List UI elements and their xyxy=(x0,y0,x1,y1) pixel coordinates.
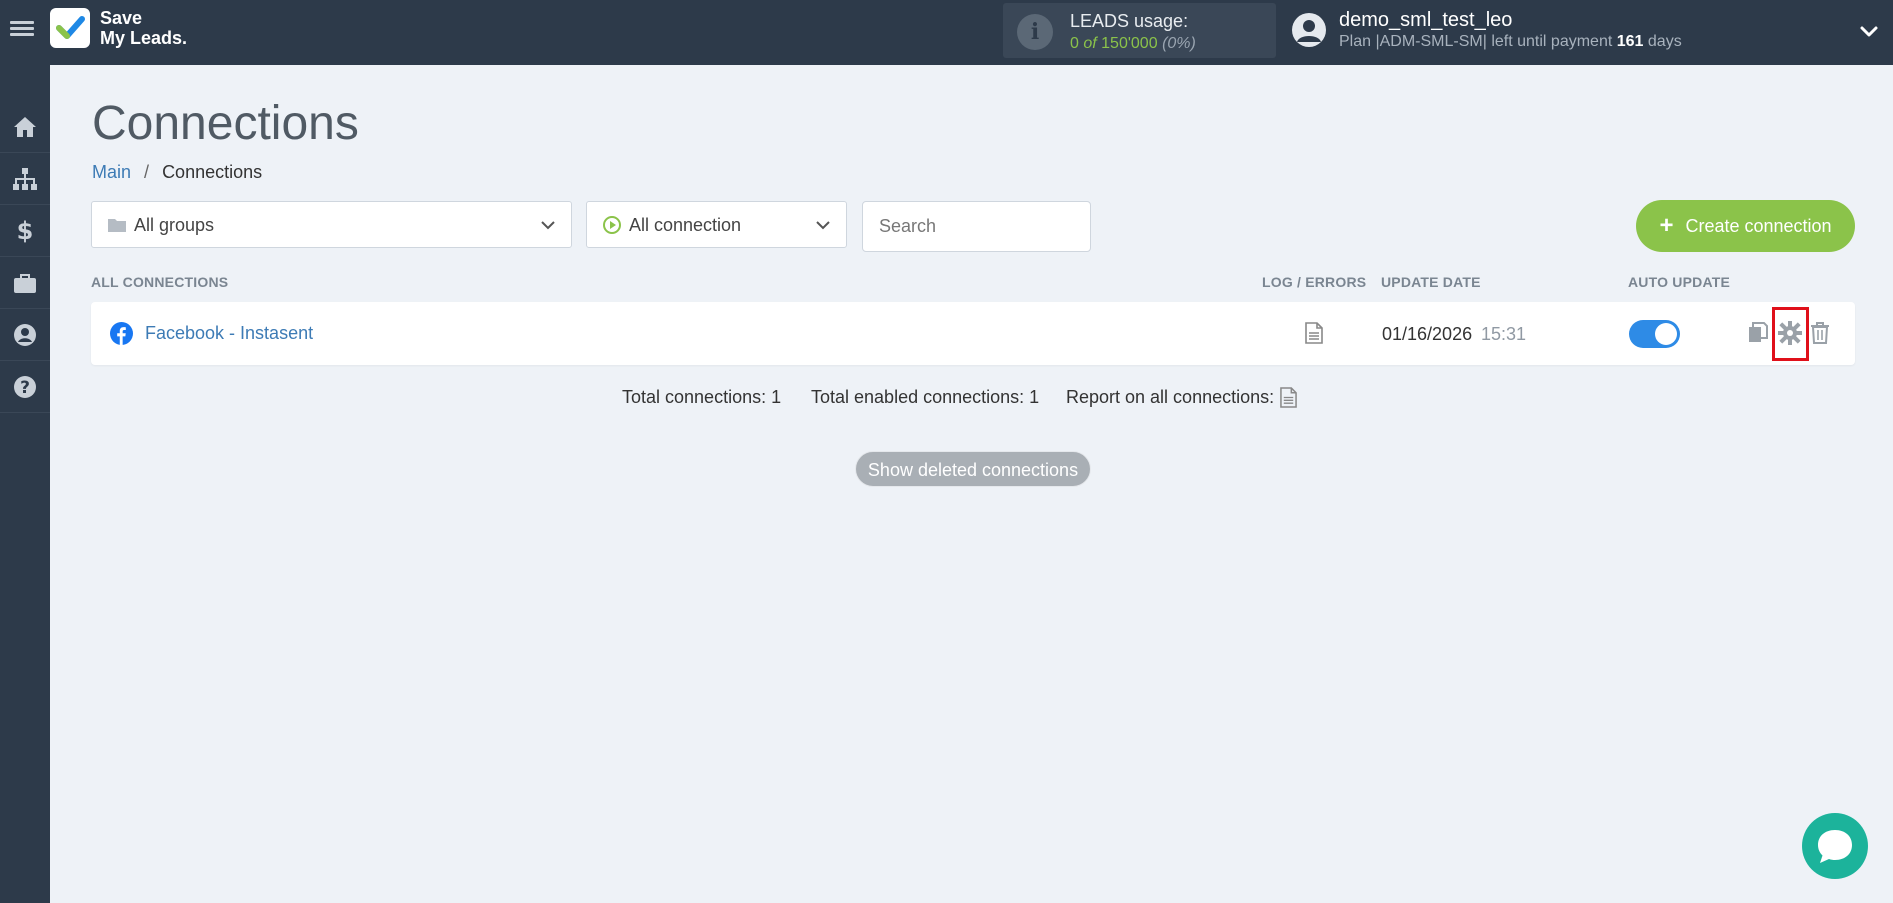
chevron-down-icon[interactable] xyxy=(1858,20,1880,42)
sidebar-item-help[interactable]: ? xyxy=(0,361,50,413)
copy-icon[interactable] xyxy=(1746,321,1770,345)
briefcase-icon xyxy=(14,273,36,293)
help-icon: ? xyxy=(14,375,36,398)
column-header-all: ALL CONNECTIONS xyxy=(91,274,229,290)
logo-text: Save My Leads. xyxy=(100,8,188,48)
user-name[interactable]: demo_sml_test_leo xyxy=(1339,9,1512,32)
toggle-knob xyxy=(1655,323,1677,345)
leads-usage-value: 0 of 150'000 (0%) xyxy=(1070,35,1196,52)
user-plan: Plan |ADM-SML-SM| left until payment 161… xyxy=(1339,33,1682,50)
report-document-icon[interactable] xyxy=(1280,387,1297,408)
logo[interactable] xyxy=(50,8,90,48)
folder-icon xyxy=(108,219,126,232)
dollar-icon: $ xyxy=(17,218,34,244)
sidebar-item-profile[interactable] xyxy=(0,309,50,361)
total-connections: Total connections: 1 xyxy=(622,387,782,407)
page-title: Connections xyxy=(92,97,359,150)
breadcrumb-current: Connections xyxy=(162,162,263,182)
svg-text:?: ? xyxy=(20,378,30,398)
sidebar-item-billing[interactable]: $ xyxy=(0,205,50,257)
user-circle-icon xyxy=(14,323,36,346)
chevron-down-icon xyxy=(541,221,555,230)
sitemap-icon xyxy=(13,167,37,190)
chat-widget-button[interactable] xyxy=(1802,813,1868,879)
sidebar-item-connections[interactable] xyxy=(0,153,50,205)
sidebar-item-home[interactable] xyxy=(0,101,50,153)
settings-highlight-box xyxy=(1772,307,1809,361)
sidebar: $ ? xyxy=(0,65,50,903)
svg-text:$: $ xyxy=(17,218,34,244)
leads-usage-label: LEADS usage: xyxy=(1070,11,1189,31)
logo-check-icon xyxy=(56,16,85,39)
top-bar: Save My Leads. i LEADS usage: 0 of 150'0… xyxy=(0,0,1893,65)
status-dropdown[interactable]: All connection xyxy=(586,201,847,248)
column-header-auto: AUTO UPDATE xyxy=(1628,274,1731,290)
report-label: Report on all connections: xyxy=(1066,387,1275,407)
create-connection-button[interactable]: + Create connection xyxy=(1636,200,1855,252)
breadcrumb-main-link[interactable]: Main xyxy=(92,162,131,182)
play-circle-icon xyxy=(603,216,621,234)
log-document-icon[interactable] xyxy=(1305,322,1323,344)
show-deleted-button[interactable]: Show deleted connections xyxy=(855,451,1091,487)
table-row: Facebook - Instasent 01/16/2026 15:31 xyxy=(91,302,1855,365)
plus-icon: + xyxy=(1659,212,1674,239)
total-enabled-connections: Total enabled connections: 1 xyxy=(811,387,1040,407)
search-input[interactable] xyxy=(862,201,1091,252)
home-icon xyxy=(14,116,36,137)
info-icon: i xyxy=(1017,14,1053,50)
column-header-update: UPDATE DATE xyxy=(1381,274,1481,290)
user-avatar-icon[interactable] xyxy=(1292,13,1326,47)
sidebar-item-tools[interactable] xyxy=(0,257,50,309)
connection-name-link[interactable]: Facebook - Instasent xyxy=(145,323,313,344)
column-header-log: LOG / ERRORS xyxy=(1262,274,1367,290)
facebook-icon xyxy=(110,322,133,345)
chevron-down-icon xyxy=(816,221,830,230)
trash-icon[interactable] xyxy=(1808,321,1832,345)
leads-usage-panel: i LEADS usage: 0 of 150'000 (0%) xyxy=(1003,3,1276,58)
auto-update-toggle[interactable] xyxy=(1629,320,1680,348)
groups-dropdown[interactable]: All groups xyxy=(91,201,572,248)
menu-icon[interactable] xyxy=(10,18,34,42)
update-time: 15:31 xyxy=(1481,324,1527,344)
update-date: 01/16/2026 xyxy=(1382,324,1473,344)
chat-bubble-icon xyxy=(1818,830,1852,863)
breadcrumb: Main / Connections xyxy=(92,162,263,182)
